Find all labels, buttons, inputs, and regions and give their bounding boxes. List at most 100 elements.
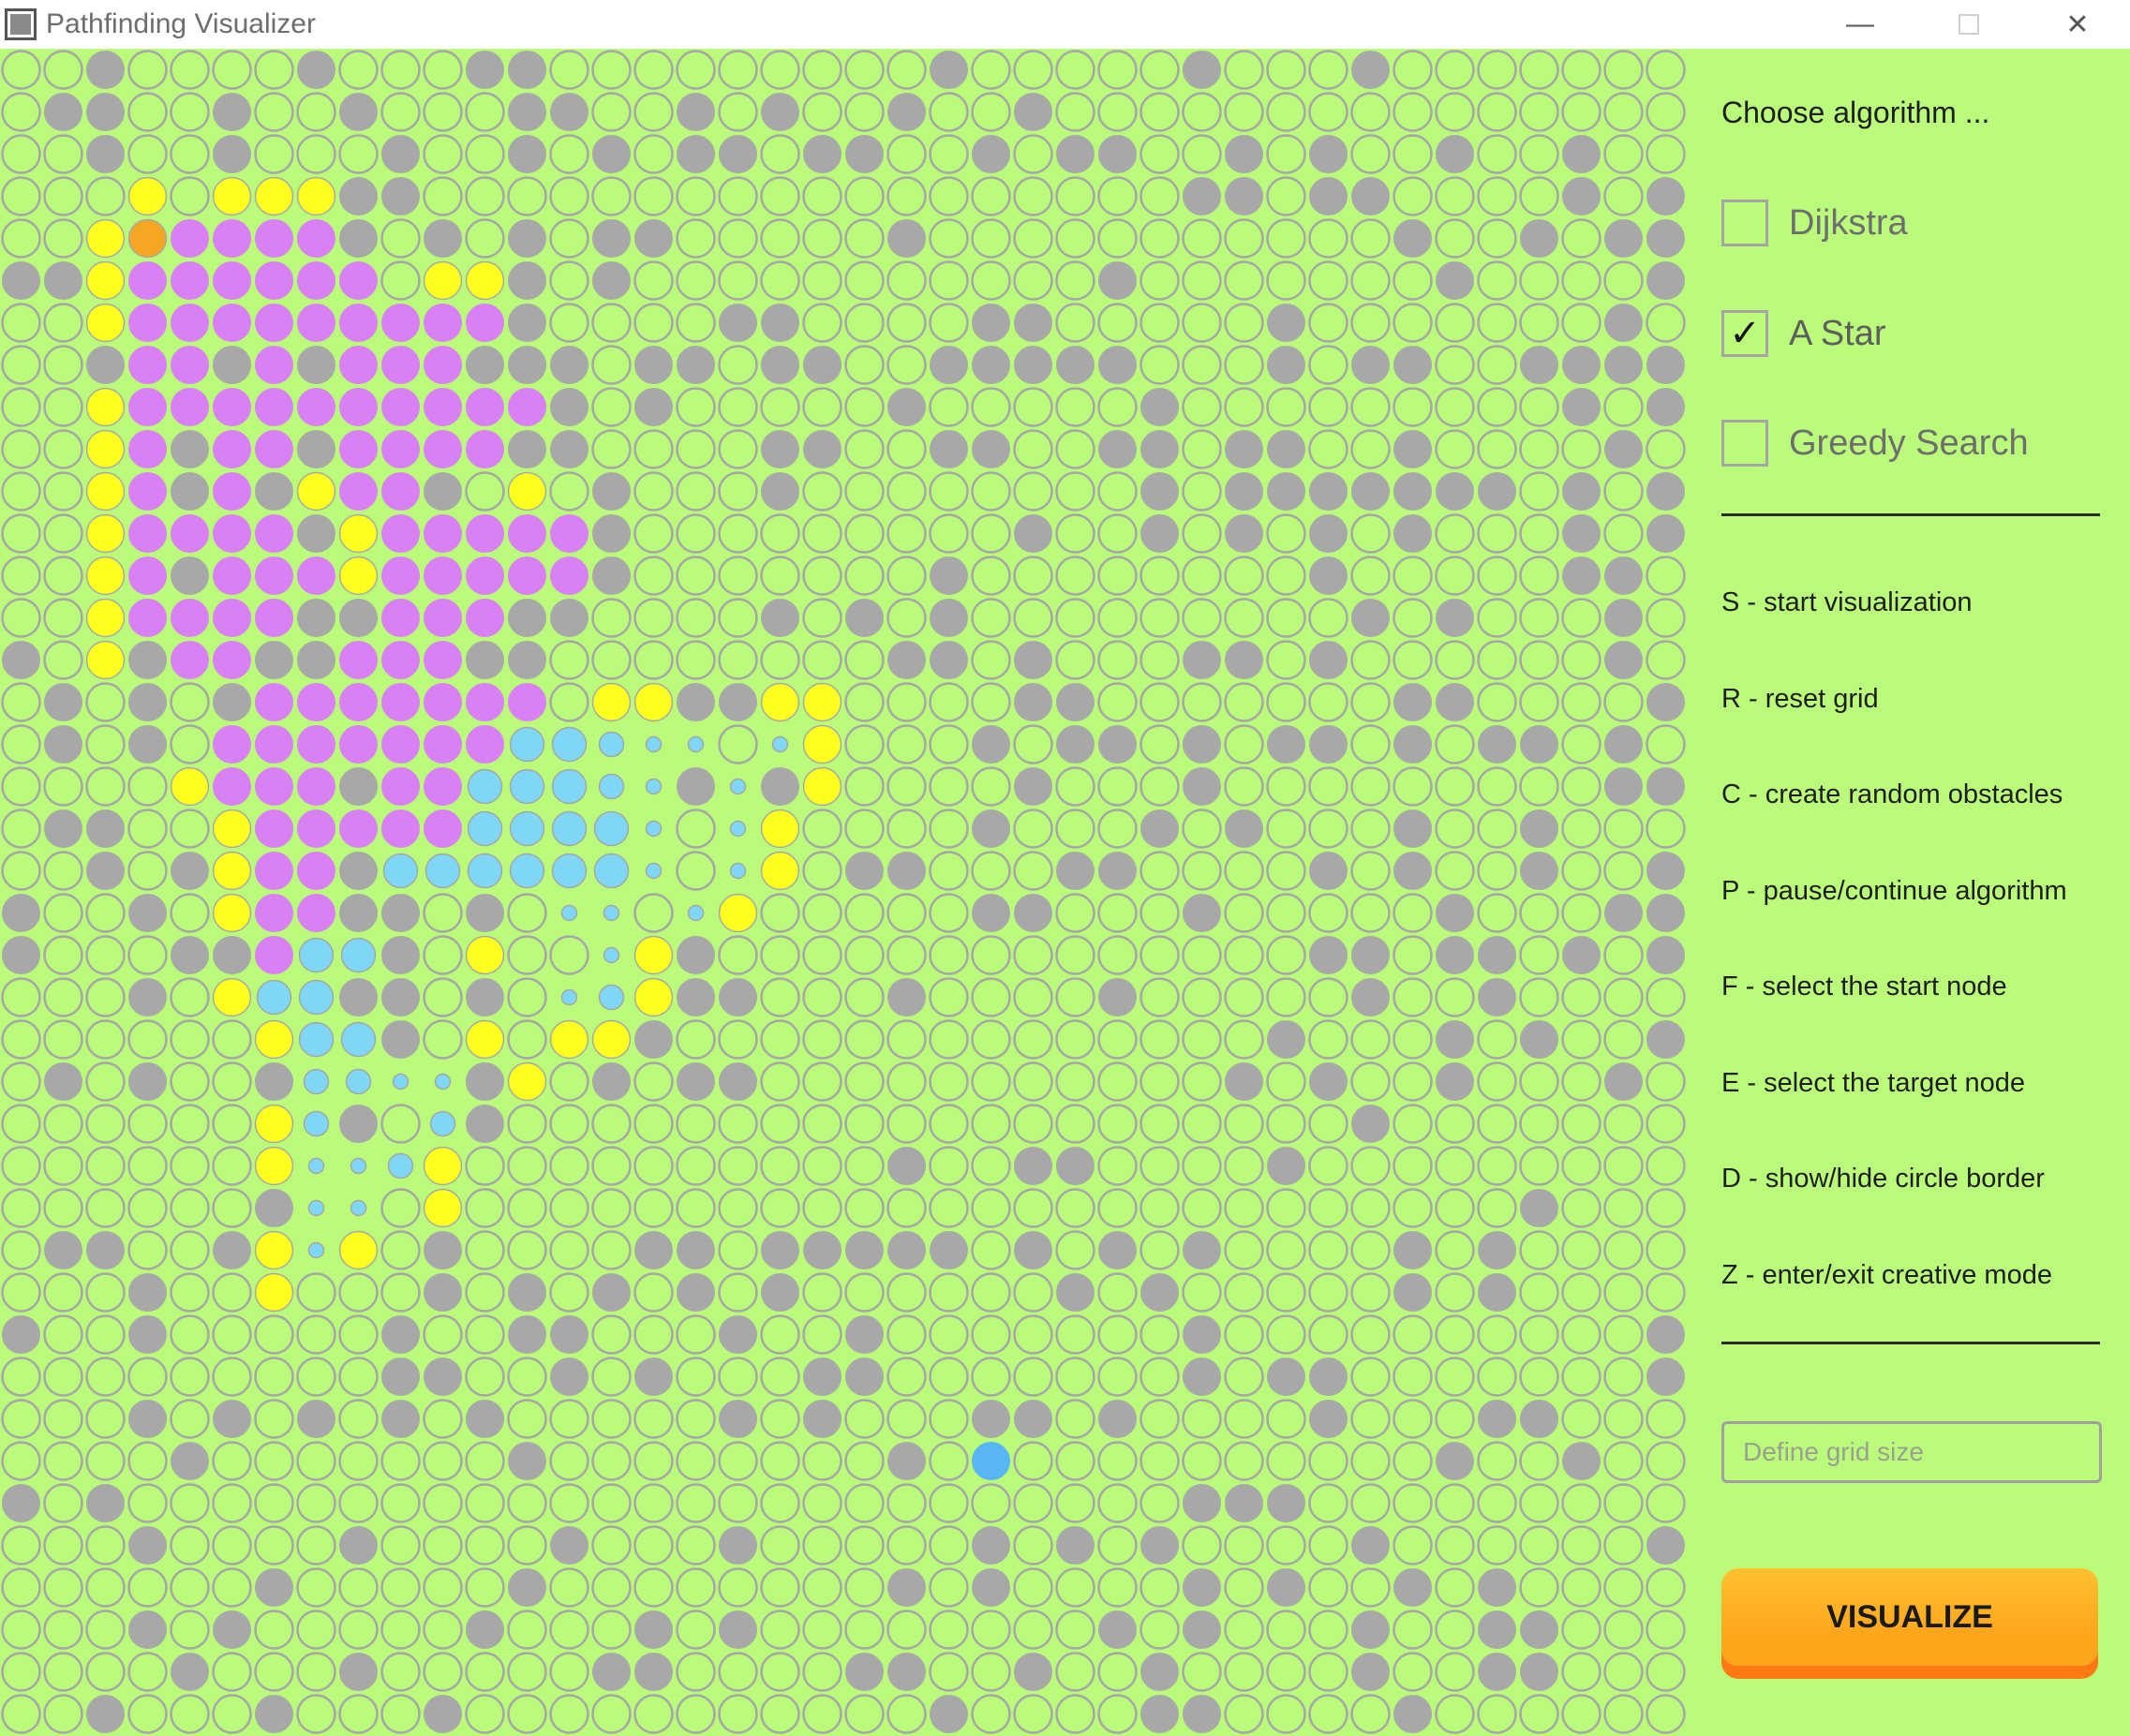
grid-node-obstacle[interactable] xyxy=(86,1695,125,1733)
grid-node-empty[interactable] xyxy=(1519,598,1559,638)
grid-node-obstacle[interactable] xyxy=(1309,1400,1348,1438)
grid-node-empty[interactable] xyxy=(886,766,927,807)
grid-node-empty[interactable] xyxy=(1182,1019,1222,1060)
grid-node-obstacle[interactable] xyxy=(1183,725,1221,764)
grid-node-path[interactable] xyxy=(85,303,126,343)
grid-node-obstacle[interactable] xyxy=(171,430,209,468)
grid-size-input[interactable] xyxy=(1721,1421,2102,1483)
grid-node-empty[interactable] xyxy=(760,1314,800,1355)
grid-node-obstacle[interactable] xyxy=(213,93,251,131)
grid-node-empty[interactable] xyxy=(43,640,83,680)
grid-node-empty[interactable] xyxy=(886,471,927,512)
grid-node-empty[interactable] xyxy=(1350,1146,1391,1186)
grid-node-empty[interactable] xyxy=(1561,303,1601,343)
grid-node-empty[interactable] xyxy=(633,1061,674,1102)
grid-node-empty[interactable] xyxy=(1013,1104,1053,1144)
grid-node-empty[interactable] xyxy=(844,92,885,132)
grid-node-visited[interactable] xyxy=(297,683,335,721)
grid-node-empty[interactable] xyxy=(1224,682,1264,722)
grid-node-empty[interactable] xyxy=(676,471,716,512)
grid-node-empty[interactable] xyxy=(1646,1146,1686,1186)
grid-node-obstacle[interactable] xyxy=(381,135,420,173)
grid-node-visited[interactable] xyxy=(213,304,251,342)
grid-node-obstacle[interactable] xyxy=(634,219,673,258)
grid-node-empty[interactable] xyxy=(1266,1061,1306,1102)
grid-node-empty[interactable] xyxy=(802,176,842,216)
grid-node-obstacle[interactable] xyxy=(1098,346,1137,384)
grid-node-obstacle[interactable] xyxy=(1183,1568,1221,1607)
grid-node-empty[interactable] xyxy=(170,809,210,849)
grid-node-path[interactable] xyxy=(85,260,126,301)
grid-node-empty[interactable] xyxy=(1477,1525,1517,1565)
grid-node-empty[interactable] xyxy=(127,1652,168,1692)
grid-node-empty[interactable] xyxy=(1561,1061,1601,1102)
grid-node-frontier-small[interactable] xyxy=(645,820,663,838)
grid-node-empty[interactable] xyxy=(212,1567,252,1608)
grid-node-frontier[interactable] xyxy=(509,726,545,763)
grid-node-empty[interactable] xyxy=(760,1694,800,1734)
grid-node-empty[interactable] xyxy=(1055,598,1095,638)
grid-node-empty[interactable] xyxy=(971,218,1011,259)
grid-node-empty[interactable] xyxy=(1266,935,1306,975)
grid-node-empty[interactable] xyxy=(633,471,674,512)
grid-node-empty[interactable] xyxy=(1435,1357,1475,1397)
grid-node-empty[interactable] xyxy=(1266,1399,1306,1439)
grid-node-empty[interactable] xyxy=(718,92,758,132)
grid-node-obstacle[interactable] xyxy=(1140,472,1179,511)
grid-node-obstacle[interactable] xyxy=(1478,1231,1516,1269)
grid-node-empty[interactable] xyxy=(844,1061,885,1102)
grid-node-empty[interactable] xyxy=(886,176,927,216)
grid-node-empty[interactable] xyxy=(676,513,716,554)
grid-node-empty[interactable] xyxy=(1055,1567,1095,1608)
grid-node-empty[interactable] xyxy=(1266,851,1306,891)
grid-node-empty[interactable] xyxy=(1308,1146,1348,1186)
grid-node-empty[interactable] xyxy=(760,1610,800,1650)
grid-node-empty[interactable] xyxy=(85,1399,126,1439)
grid-node-obstacle[interactable] xyxy=(339,1526,378,1565)
grid-node-visited[interactable] xyxy=(171,599,209,637)
grid-node-empty[interactable] xyxy=(929,260,969,301)
grid-node-obstacle[interactable] xyxy=(1183,1484,1221,1522)
grid-node-empty[interactable] xyxy=(170,1567,210,1608)
grid-node-empty[interactable] xyxy=(212,1272,252,1313)
grid-node-empty[interactable] xyxy=(1224,303,1264,343)
grid-node-empty[interactable] xyxy=(1435,1399,1475,1439)
grid-node-empty[interactable] xyxy=(760,513,800,554)
grid-node-obstacle[interactable] xyxy=(171,556,209,595)
grid-node-empty[interactable] xyxy=(676,1314,716,1355)
grid-node-empty[interactable] xyxy=(1393,893,1433,933)
grid-node-obstacle[interactable] xyxy=(972,1568,1010,1607)
grid-node-empty[interactable] xyxy=(802,92,842,132)
grid-node-obstacle[interactable] xyxy=(592,556,631,595)
grid-node-path[interactable] xyxy=(85,598,126,638)
grid-node-empty[interactable] xyxy=(507,1188,547,1228)
grid-node-obstacle[interactable] xyxy=(339,219,378,258)
grid-node-empty[interactable] xyxy=(43,387,83,427)
grid-node-empty[interactable] xyxy=(170,1272,210,1313)
grid-node-empty[interactable] xyxy=(1308,1483,1348,1523)
grid-node-empty[interactable] xyxy=(676,1525,716,1565)
grid-node-empty[interactable] xyxy=(1646,1061,1686,1102)
grid-node-visited[interactable] xyxy=(381,725,420,764)
grid-node-visited[interactable] xyxy=(297,261,335,300)
grid-node-empty[interactable] xyxy=(1435,851,1475,891)
grid-node-empty[interactable] xyxy=(212,1357,252,1397)
grid-node-frontier[interactable] xyxy=(467,768,503,805)
grid-node-empty[interactable] xyxy=(1139,1230,1180,1270)
grid-node-empty[interactable] xyxy=(1646,1104,1686,1144)
grid-node-empty[interactable] xyxy=(85,893,126,933)
grid-node-visited[interactable] xyxy=(466,556,504,595)
grid-node-obstacle[interactable] xyxy=(1056,852,1095,890)
grid-node-empty[interactable] xyxy=(43,429,83,469)
grid-node-empty[interactable] xyxy=(1139,1314,1180,1355)
grid-node-obstacle[interactable] xyxy=(845,599,884,637)
grid-node-obstacle[interactable] xyxy=(466,51,504,89)
grid-node-empty[interactable] xyxy=(633,640,674,680)
grid-node-obstacle[interactable] xyxy=(297,430,335,468)
grid-node-empty[interactable] xyxy=(1097,809,1138,849)
grid-node-empty[interactable] xyxy=(1519,176,1559,216)
grid-node-empty[interactable] xyxy=(971,1019,1011,1060)
grid-node-empty[interactable] xyxy=(1097,893,1138,933)
grid-node-empty[interactable] xyxy=(802,1610,842,1650)
grid-node-empty[interactable] xyxy=(1435,429,1475,469)
